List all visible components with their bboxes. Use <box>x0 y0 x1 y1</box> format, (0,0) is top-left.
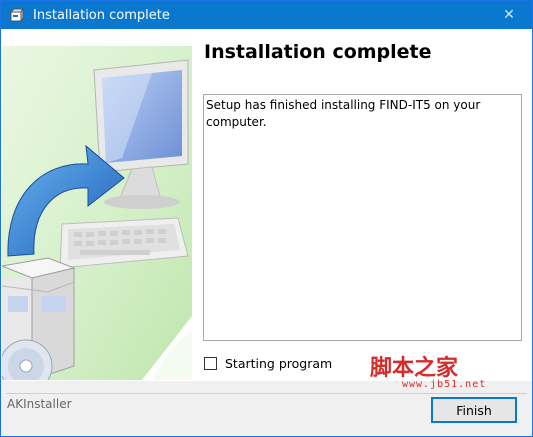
install-log-textbox[interactable]: Setup has finished installing FIND-IT5 o… <box>203 94 522 341</box>
installer-brand: AKInstaller <box>7 397 72 411</box>
title-bar[interactable]: Installation complete ✕ <box>1 1 532 29</box>
start-program-option[interactable]: Starting program <box>204 356 332 371</box>
installer-box-icon <box>9 7 24 23</box>
watermark-text: 脚本之家 <box>370 355 459 381</box>
window-title: Installation complete <box>33 7 170 23</box>
content-area: Installation complete Setup has finished… <box>1 30 532 380</box>
finish-button[interactable]: Finish <box>431 397 517 423</box>
install-message: Setup has finished installing FIND-IT5 o… <box>206 98 481 129</box>
close-button[interactable]: ✕ <box>486 1 532 29</box>
computer-install-artwork <box>2 46 192 380</box>
page-title: Installation complete <box>204 41 432 63</box>
start-program-checkbox[interactable] <box>204 357 217 370</box>
footer-divider <box>6 393 527 394</box>
start-program-label[interactable]: Starting program <box>225 356 332 371</box>
watermark-url: www.jb51.net <box>402 379 487 390</box>
watermark: 脚本之家 www.jb51.net <box>370 350 490 390</box>
